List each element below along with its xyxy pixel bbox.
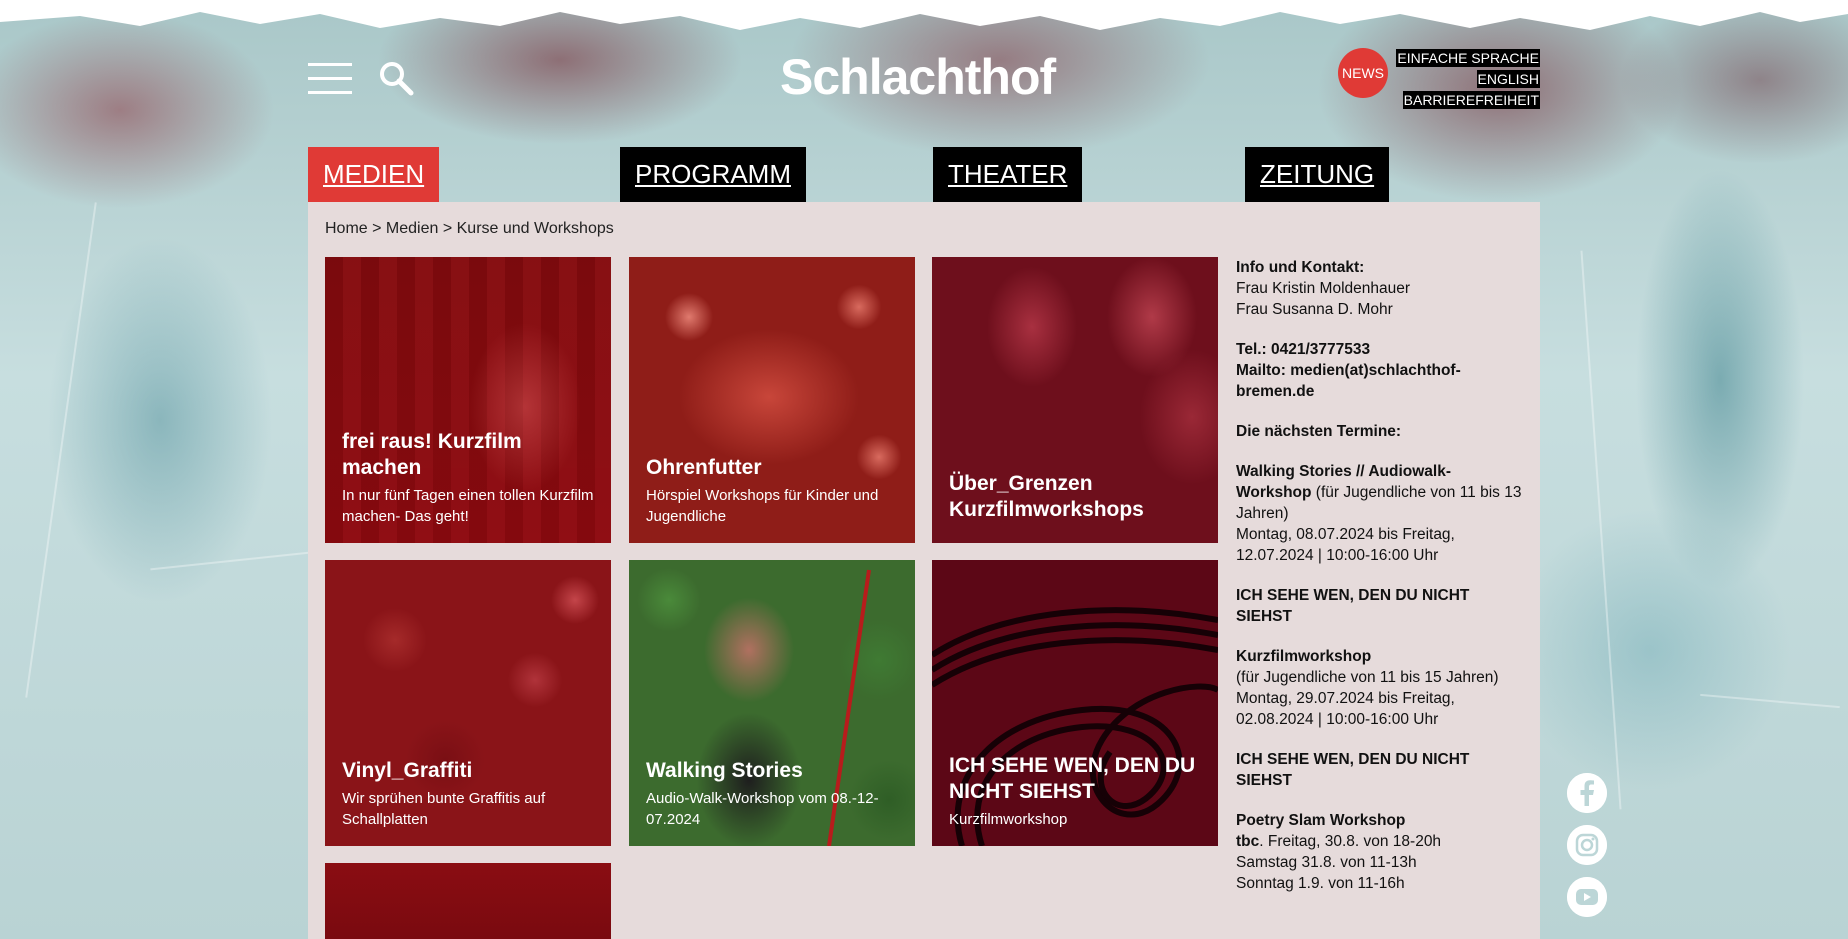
top-links: EINFACHE SPRACHE ENGLISH BARRIEREFREIHEI… — [1396, 49, 1540, 112]
card-subtitle: Audio-Walk-Workshop vom 08.-12-07.2024 — [646, 790, 879, 828]
card-title: Über_Grenzen Kurzfilmworkshops — [949, 472, 1144, 521]
event-date: Montag, 29.07.2024 bis Freitag, 02.08.20… — [1236, 690, 1455, 728]
hamburger-line — [308, 91, 352, 94]
content-panel: Home > Medien > Kurse und Workshops frei… — [308, 202, 1540, 939]
card-frei-raus[interactable]: frei raus! Kurzfilm machen In nur fünf T… — [325, 257, 611, 543]
card-ueber-grenzen[interactable]: Über_Grenzen Kurzfilmworkshops — [932, 257, 1218, 543]
facebook-icon — [1567, 773, 1607, 813]
easy-language-link[interactable]: EINFACHE SPRACHE — [1396, 49, 1540, 67]
card-subtitle: In nur fünf Tagen einen tollen Kurzfilm … — [342, 487, 594, 525]
card-title: ICH SEHE WEN, DEN DU NICHT SIEHST — [949, 754, 1196, 803]
event-date: Samstag 31.8. von 11-13h — [1236, 854, 1417, 871]
instagram-button[interactable] — [1567, 825, 1607, 865]
event-title: Poetry Slam Workshop — [1236, 812, 1406, 829]
tab-zeitung[interactable]: ZEITUNG — [1245, 147, 1390, 202]
news-button[interactable]: NEWS — [1338, 48, 1388, 98]
card-partial[interactable] — [325, 863, 611, 939]
card-walking-stories[interactable]: Walking Stories Audio-Walk-Workshop vom … — [629, 560, 915, 846]
instagram-icon — [1567, 825, 1607, 865]
event-date: Sonntag 1.9. von 11-16h — [1236, 875, 1405, 892]
youtube-button[interactable] — [1567, 877, 1607, 917]
email-link[interactable]: Mailto: medien(at)schlachthof-bremen.de — [1236, 362, 1461, 400]
phone-number: Tel.: 0421/3777533 — [1236, 341, 1371, 358]
tab-theater[interactable]: THEATER — [933, 147, 1083, 202]
event-title: Kurzfilmworkshop — [1236, 648, 1372, 665]
torn-paper-edge — [0, 0, 1848, 30]
info-heading: Info und Kontakt: — [1236, 259, 1365, 276]
card-ich-sehe-wen[interactable]: ICH SEHE WEN, DEN DU NICHT SIEHST Kurzfi… — [932, 560, 1218, 846]
hamburger-line — [308, 63, 352, 66]
card-vinyl-graffiti[interactable]: Vinyl_Graffiti Wir sprühen bunte Graffit… — [325, 560, 611, 846]
card-subtitle: Wir sprühen bunte Graffitis auf Schallpl… — [342, 790, 546, 828]
accessibility-link[interactable]: BARRIEREFREIHEIT — [1402, 91, 1540, 109]
card-subtitle: Kurzfilmworkshop — [949, 811, 1068, 828]
card-ohrenfutter[interactable]: Ohrenfutter Hörspiel Workshops für Kinde… — [629, 257, 915, 543]
card-title: Vinyl_Graffiti — [342, 759, 473, 782]
search-button[interactable] — [378, 60, 414, 96]
card-subtitle: Hörspiel Workshops für Kinder und Jugend… — [646, 487, 879, 525]
contact-name: Frau Susanna D. Mohr — [1236, 301, 1393, 318]
contact-name: Frau Kristin Moldenhauer — [1236, 280, 1411, 297]
event-title: ICH SEHE WEN, DEN DU NICHT SIEHST — [1236, 751, 1470, 789]
menu-button[interactable] — [308, 63, 352, 95]
event-date: Montag, 08.07.2024 bis Freitag, 12.07.20… — [1236, 526, 1455, 564]
tab-programm[interactable]: PROGRAMM — [620, 147, 806, 202]
card-title: Ohrenfutter — [646, 456, 762, 479]
info-sidebar: Info und Kontakt: Frau Kristin Moldenhau… — [1236, 257, 1526, 913]
event-tbc: tbc — [1236, 833, 1260, 850]
hamburger-line — [308, 77, 352, 80]
site-logo[interactable]: Schlachthof — [780, 48, 1056, 106]
dates-heading: Die nächsten Termine: — [1236, 423, 1402, 440]
english-link[interactable]: ENGLISH — [1476, 70, 1540, 88]
card-image — [325, 863, 611, 939]
search-icon — [380, 62, 414, 96]
facebook-button[interactable] — [1567, 773, 1607, 813]
event-note: (für Jugendliche von 11 bis 15 Jahren) — [1236, 669, 1499, 686]
event-date: . Freitag, 30.8. von 18-20h — [1259, 833, 1442, 850]
event-title: ICH SEHE WEN, DEN DU NICHT SIEHST — [1236, 587, 1470, 625]
breadcrumb: Home > Medien > Kurse und Workshops — [325, 220, 614, 237]
card-title: Walking Stories — [646, 759, 803, 782]
tab-medien[interactable]: MEDIEN — [308, 147, 440, 202]
card-title: frei raus! Kurzfilm machen — [342, 430, 522, 479]
youtube-icon — [1567, 877, 1607, 917]
